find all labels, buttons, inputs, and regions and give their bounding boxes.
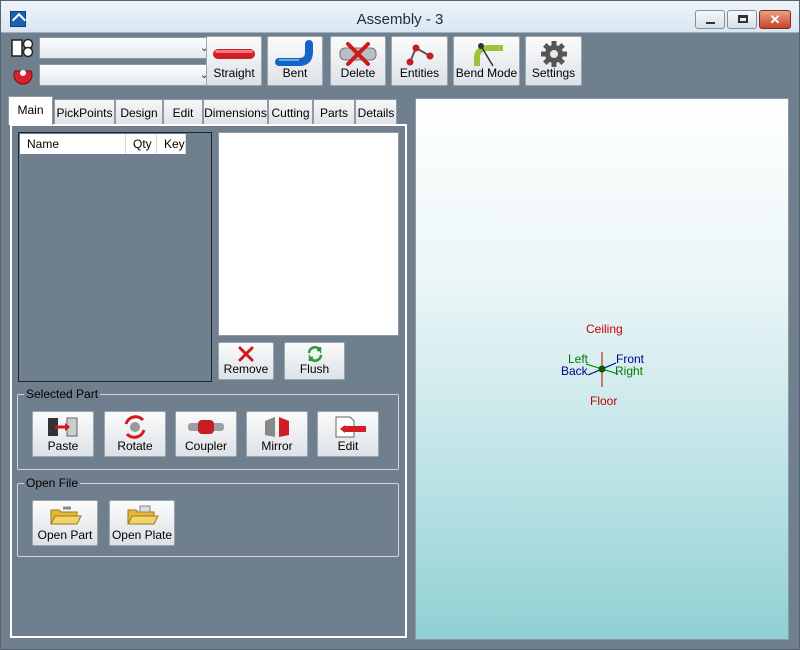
- right-label: Right: [615, 364, 644, 378]
- paste-icon: [48, 417, 78, 437]
- flush-label: Flush: [299, 362, 330, 376]
- tab-edit[interactable]: Edit: [163, 99, 203, 124]
- remove-label: Remove: [223, 362, 269, 376]
- open-folder-icon: [127, 505, 159, 525]
- edit-part-label: Edit: [337, 439, 359, 453]
- tab-dimensions[interactable]: Dimensions: [203, 99, 268, 124]
- delete-label: Delete: [340, 66, 376, 80]
- bend-mode-button[interactable]: Bend Mode: [453, 36, 520, 86]
- maximize-icon: [738, 15, 748, 23]
- pipe-size-select[interactable]: ⌄: [39, 64, 214, 86]
- pipe-profile-icon: [11, 38, 34, 58]
- straight-button[interactable]: Straight: [206, 36, 262, 86]
- tab-details[interactable]: Details: [355, 99, 397, 124]
- settings-button[interactable]: Settings: [525, 36, 582, 86]
- edit-part-button[interactable]: Edit: [317, 411, 379, 457]
- assembly-window: Assembly - 3 ✕ ⌄ ⌄ Straight Bent Delete …: [0, 0, 800, 650]
- settings-label: Settings: [531, 66, 576, 80]
- part-preview: [218, 132, 399, 336]
- entities-icon: [406, 44, 433, 66]
- title-bar[interactable]: Assembly - 3 ✕: [1, 1, 799, 33]
- open-plate-label: Open Plate: [111, 528, 173, 542]
- coupler-button[interactable]: Coupler: [175, 411, 237, 457]
- delete-button[interactable]: Delete: [330, 36, 386, 86]
- tab-main[interactable]: Main: [8, 96, 53, 125]
- paste-label: Paste: [47, 439, 79, 453]
- ceiling-label: Ceiling: [586, 322, 623, 336]
- open-file-group: Open File Open Part Open Plate: [17, 476, 399, 557]
- open-part-label: Open Part: [37, 528, 93, 542]
- column-key[interactable]: Key: [157, 134, 186, 154]
- column-qty[interactable]: Qty: [126, 134, 157, 154]
- orientation-axes-icon: [585, 352, 619, 387]
- pipe-section-icon: [13, 70, 33, 85]
- remove-icon: [238, 346, 254, 362]
- edit-icon: [335, 416, 366, 438]
- parts-list[interactable]: Name Qty Key: [18, 132, 212, 382]
- back-label: Back: [561, 364, 588, 378]
- minimize-icon: [706, 22, 715, 24]
- pipe-type-row: ⌄: [11, 37, 214, 59]
- coupler-icon: [188, 420, 224, 434]
- pipe-type-select[interactable]: ⌄: [39, 37, 214, 59]
- pipe-size-row: ⌄: [11, 64, 214, 86]
- delete-icon: [339, 42, 377, 66]
- close-button[interactable]: ✕: [759, 10, 791, 29]
- open-plate-button[interactable]: Open Plate: [109, 500, 175, 546]
- rotate-label: Rotate: [117, 439, 153, 453]
- entities-button[interactable]: Entities: [391, 36, 448, 86]
- minimize-button[interactable]: [695, 10, 725, 29]
- selected-part-title: Selected Part: [24, 387, 101, 401]
- remove-button[interactable]: Remove: [218, 342, 274, 380]
- straight-pipe-icon: [213, 49, 255, 59]
- toolbar: ⌄ ⌄ Straight Bent Delete Entities Bend M…: [1, 34, 799, 90]
- mirror-label: Mirror: [261, 439, 293, 453]
- tab-parts[interactable]: Parts: [313, 99, 355, 124]
- tab-cutting[interactable]: Cutting: [268, 99, 313, 124]
- entities-label: Entities: [399, 66, 440, 80]
- coupler-label: Coupler: [184, 439, 228, 453]
- mirror-icon: [265, 417, 289, 437]
- 3d-viewport[interactable]: Ceiling Floor Left Right Front Back: [415, 98, 789, 640]
- rotate-icon: [124, 415, 146, 439]
- paste-button[interactable]: Paste: [32, 411, 94, 457]
- maximize-button[interactable]: [727, 10, 757, 29]
- refresh-icon: [307, 346, 322, 362]
- bend-mode-label: Bend Mode: [455, 66, 518, 80]
- tab-design[interactable]: Design: [115, 99, 163, 124]
- mirror-button[interactable]: Mirror: [246, 411, 308, 457]
- rotate-button[interactable]: Rotate: [104, 411, 166, 457]
- parts-list-header: Name Qty Key: [20, 134, 186, 154]
- bent-button[interactable]: Bent: [267, 36, 323, 86]
- selected-part-group: Selected Part Paste Rotate Coupler Mirro…: [17, 387, 399, 470]
- open-folder-icon: [50, 506, 82, 525]
- open-part-button[interactable]: Open Part: [32, 500, 98, 546]
- gear-icon: [540, 41, 567, 67]
- open-file-title: Open File: [24, 476, 81, 490]
- close-icon: ✕: [769, 12, 781, 27]
- main-tab-panel: Name Qty Key Remove Flush Selected Part: [10, 124, 407, 638]
- bent-pipe-icon: [275, 40, 313, 66]
- window-controls: ✕: [695, 10, 791, 29]
- floor-label: Floor: [590, 394, 618, 408]
- bend-mode-icon: [473, 43, 503, 67]
- tab-pickpoints[interactable]: PickPoints: [54, 99, 115, 124]
- straight-label: Straight: [213, 66, 255, 80]
- window-title: Assembly - 3: [356, 11, 444, 28]
- bent-label: Bent: [282, 66, 308, 80]
- front-label: Front: [616, 352, 645, 366]
- column-name[interactable]: Name: [20, 134, 126, 154]
- flush-button[interactable]: Flush: [284, 342, 345, 380]
